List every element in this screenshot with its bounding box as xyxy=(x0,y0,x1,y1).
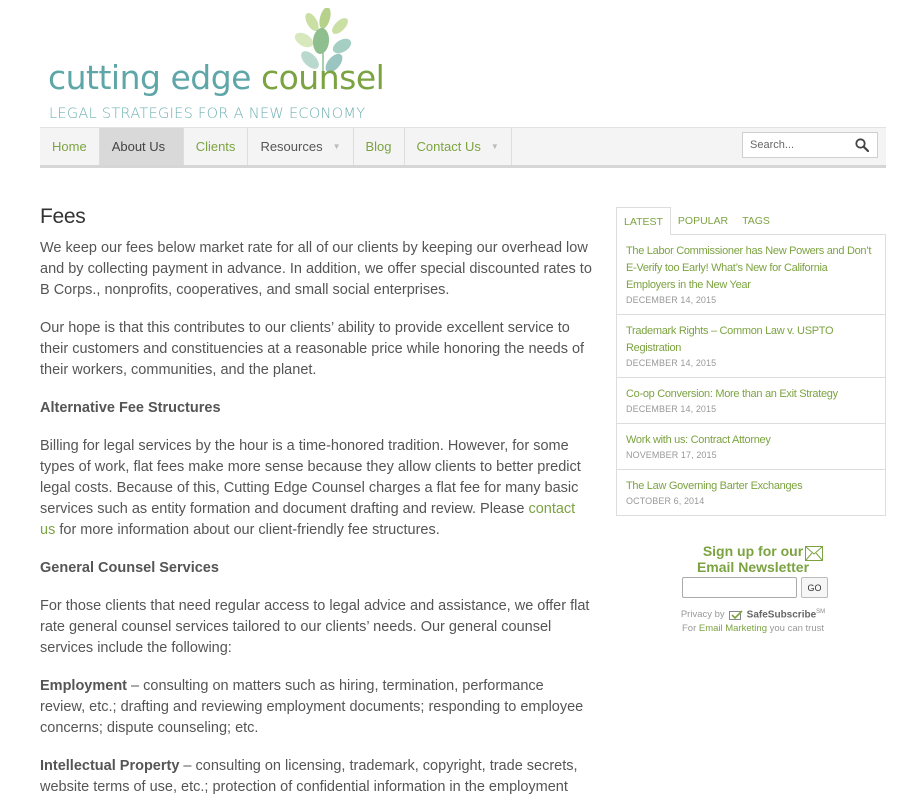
for-tail: you can trust xyxy=(769,623,825,635)
nav-item-resources[interactable]: Resources ▼ xyxy=(248,128,354,165)
newsletter-for-line: For Email Marketing you can trust xyxy=(660,623,846,634)
page-title: Fees xyxy=(40,205,86,228)
list-item: The Labor Commissioner has New Powers an… xyxy=(617,235,885,315)
list-item: Co-op Conversion: More than an Exit Stra… xyxy=(617,378,885,424)
search-icon[interactable] xyxy=(855,138,869,152)
nav-item-blog[interactable]: Blog xyxy=(354,128,405,165)
nav-item-contact-us[interactable]: Contact Us ▼ xyxy=(405,128,512,165)
safesubscribe-brand[interactable]: SafeSubscribeSM xyxy=(747,609,825,620)
post-date: November 17, 2015 xyxy=(626,450,717,460)
nav-label: Contact Us xyxy=(416,139,481,154)
list-item: Trademark Rights – Common Law v. USPTO R… xyxy=(617,315,885,378)
post-title-link[interactable]: Work with us: Contract Attorney xyxy=(626,432,876,449)
email-marketing-link[interactable]: Email Marketing xyxy=(699,623,767,634)
paragraph-employment: Employment – consulting on matters such … xyxy=(40,676,592,739)
logo-wordmark: cutting edge counsel xyxy=(48,58,385,97)
newsletter-privacy: Privacy by SafeSubscribeSM xyxy=(660,609,846,620)
privacy-by-label: Privacy by xyxy=(680,609,725,621)
paragraph-fees-intro: We keep our fees below market rate for a… xyxy=(40,240,592,298)
billing-text-tail: for more information about our client-fr… xyxy=(55,522,440,538)
nav-item-home[interactable]: Home xyxy=(40,128,100,165)
tab-tags[interactable]: Tags xyxy=(735,207,777,234)
nav-item-clients[interactable]: Clients xyxy=(184,128,249,165)
nav-label: About Us xyxy=(111,139,166,154)
post-title-link[interactable]: The Labor Commissioner has New Powers an… xyxy=(626,243,876,294)
list-item: The Law Governing Barter Exchanges Octob… xyxy=(617,470,885,515)
post-title-link[interactable]: Trademark Rights – Common Law v. USPTO R… xyxy=(626,323,876,357)
posts-list: The Labor Commissioner has New Powers an… xyxy=(616,234,886,516)
newsletter-line2: Email Newsletter xyxy=(696,559,810,575)
main-nav: Home About Us Clients Resources ▼ Blog Co… xyxy=(40,127,886,168)
nav-item-about-us[interactable]: About Us xyxy=(99,128,184,165)
list-item: Work with us: Contract Attorney November… xyxy=(617,424,885,470)
service-mark: SM xyxy=(816,609,826,615)
billing-text: Billing for legal services by the hour i… xyxy=(40,438,581,517)
logo-word-counsel: counsel xyxy=(260,58,385,97)
newsletter-heading: Sign up for our Email Newsletter xyxy=(660,543,846,575)
envelope-icon xyxy=(805,546,823,561)
search-box xyxy=(742,132,878,158)
newsletter-email-input[interactable] xyxy=(682,577,798,598)
heading-alternative-fee-structures: Alternative Fee Structures xyxy=(40,400,221,416)
post-date: December 14, 2015 xyxy=(626,295,717,305)
nav-label: Blog xyxy=(365,139,392,154)
nav-label: Home xyxy=(52,139,87,154)
newsletter-form: GO xyxy=(664,577,846,598)
checkmark-envelope-icon xyxy=(728,610,743,620)
nav-label: Clients xyxy=(195,139,236,154)
paragraph-billing: Billing for legal services by the hour i… xyxy=(40,436,592,541)
main-content: Fees We keep our fees below market rate … xyxy=(40,205,592,802)
widget-tabs: Latest Popular Tags xyxy=(616,207,886,235)
chevron-down-icon: ▼ xyxy=(332,142,341,151)
heading-general-counsel-services: General Counsel Services xyxy=(40,560,219,576)
nav-label: Resources xyxy=(260,139,323,154)
post-date: December 14, 2015 xyxy=(626,358,717,368)
paragraph-general-counsel: For those clients that need regular acce… xyxy=(40,598,590,656)
post-title-link[interactable]: Co-op Conversion: More than an Exit Stra… xyxy=(626,386,876,403)
chevron-down-icon: ▼ xyxy=(490,142,499,151)
tab-popular[interactable]: Popular xyxy=(671,207,735,234)
newsletter-go-button[interactable]: GO xyxy=(801,577,828,598)
post-title-link[interactable]: The Law Governing Barter Exchanges xyxy=(626,478,876,495)
employment-lead: Employment xyxy=(40,678,128,694)
site-tagline: LEGAL STRATEGIES FOR A NEW ECONOMY xyxy=(49,106,366,122)
post-date: October 6, 2014 xyxy=(626,496,705,506)
safesubscribe-text: SafeSubscribe xyxy=(746,609,817,621)
for-label: For xyxy=(681,623,697,635)
ip-lead: Intellectual Property xyxy=(40,758,180,774)
posts-tabs-widget: Latest Popular Tags The Labor Commission… xyxy=(616,207,886,516)
search-input[interactable] xyxy=(750,139,854,151)
logo-word-cutting-edge: cutting edge xyxy=(48,58,251,97)
post-date: December 14, 2015 xyxy=(626,404,717,414)
newsletter-signup: Sign up for our Email Newsletter GO Priv… xyxy=(660,543,846,634)
paragraph-intellectual-property: Intellectual Property – consulting on li… xyxy=(40,756,592,798)
paragraph-hope: Our hope is that this contributes to our… xyxy=(40,320,585,378)
site-logo[interactable]: cutting edge counsel LEGAL STRATEGIES FO… xyxy=(40,8,385,126)
tab-latest[interactable]: Latest xyxy=(616,207,671,235)
